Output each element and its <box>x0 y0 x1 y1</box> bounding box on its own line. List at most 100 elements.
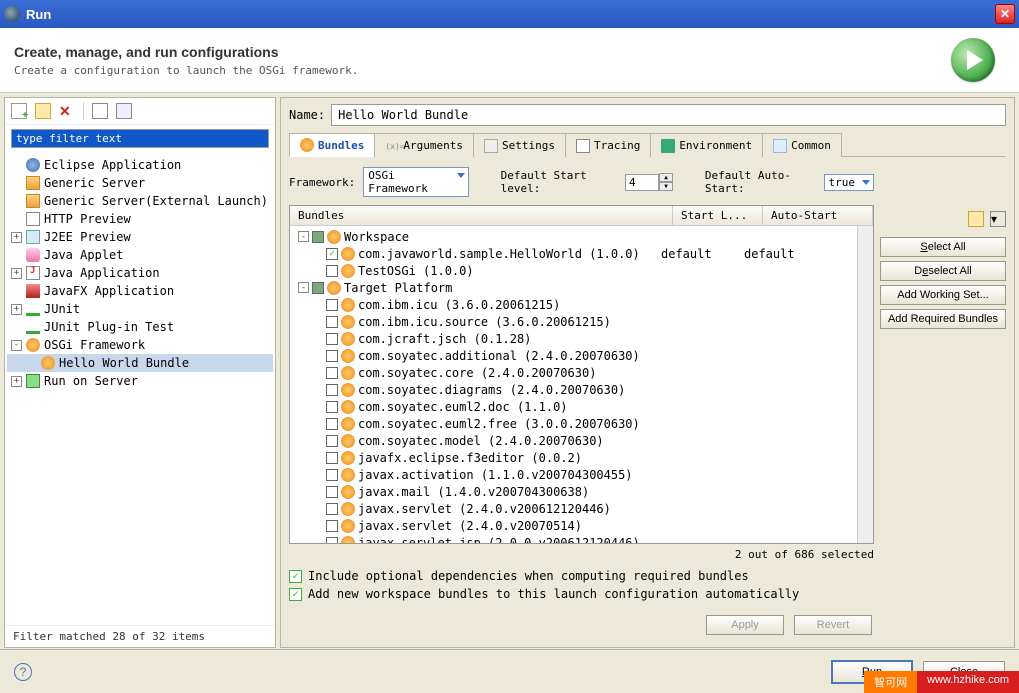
tree-item[interactable]: +Java Application <box>7 264 273 282</box>
group-checkbox[interactable] <box>312 231 324 243</box>
new-config-icon[interactable] <box>11 103 27 119</box>
bundle-row[interactable]: ✓ com.javaworld.sample.HelloWorld (1.0.0… <box>290 245 873 262</box>
bundle-row[interactable]: javax.servlet (2.4.0.v200612120446) <box>290 500 873 517</box>
bundle-checkbox[interactable] <box>326 333 338 345</box>
bundle-refresh-icon[interactable] <box>968 211 984 227</box>
tree-item[interactable]: JavaFX Application <box>7 282 273 300</box>
bundle-row[interactable]: javax.mail (1.4.0.v200704300638) <box>290 483 873 500</box>
col-auto-start[interactable]: Auto-Start <box>763 206 873 225</box>
bundle-checkbox[interactable] <box>326 316 338 328</box>
tab-tracing[interactable]: Tracing <box>565 133 651 157</box>
bundle-row[interactable]: com.ibm.icu.source (3.6.0.20061215) <box>290 313 873 330</box>
tree-expander-icon[interactable]: - <box>298 231 309 242</box>
bundle-row[interactable]: javax.servlet.jsp (2.0.0.v200612120446) <box>290 534 873 544</box>
tree-item[interactable]: HTTP Preview <box>7 210 273 228</box>
bundle-checkbox[interactable] <box>326 486 338 498</box>
bundle-row[interactable]: com.soyatec.euml2.free (3.0.0.20070630) <box>290 415 873 432</box>
tab-environment[interactable]: Environment <box>650 133 763 157</box>
bundle-checkbox[interactable] <box>326 503 338 515</box>
tree-expander-icon <box>11 214 22 225</box>
bundle-checkbox[interactable] <box>326 435 338 447</box>
tree-expander-icon[interactable]: + <box>11 268 22 279</box>
bundle-row[interactable]: com.soyatec.core (2.4.0.20070630) <box>290 364 873 381</box>
bundle-icon <box>341 536 355 545</box>
spinner-down-icon[interactable]: ▼ <box>659 182 673 191</box>
config-name-input[interactable] <box>331 104 1006 126</box>
framework-combo[interactable]: OSGi Framework <box>363 167 469 197</box>
revert-button[interactable]: Revert <box>794 615 872 635</box>
ic-junit-icon <box>26 302 40 316</box>
tree-expander-icon[interactable]: + <box>11 304 22 315</box>
apply-button[interactable]: Apply <box>706 615 784 635</box>
tree-item[interactable]: JUnit Plug-in Test <box>7 318 273 336</box>
col-start-level[interactable]: Start L... <box>673 206 763 225</box>
bundles-table[interactable]: Bundles Start L... Auto-Start - Workspac… <box>289 205 874 544</box>
bundle-row[interactable]: com.ibm.icu (3.6.0.20061215) <box>290 296 873 313</box>
duplicate-config-icon[interactable] <box>35 103 51 119</box>
help-icon[interactable]: ? <box>14 663 32 681</box>
bundle-checkbox[interactable] <box>326 384 338 396</box>
window-close-button[interactable]: ✕ <box>995 4 1015 24</box>
bundle-checkbox[interactable] <box>326 520 338 532</box>
default-start-level-input[interactable] <box>625 174 659 191</box>
bundle-row[interactable]: javafx.eclipse.f3editor (0.0.2) <box>290 449 873 466</box>
tree-item[interactable]: Generic Server <box>7 174 273 192</box>
col-bundles[interactable]: Bundles <box>290 206 673 225</box>
config-tree[interactable]: Eclipse ApplicationGeneric ServerGeneric… <box>5 152 275 625</box>
collapse-all-icon[interactable] <box>92 103 108 119</box>
bundle-row[interactable]: javax.servlet (2.4.0.v20070514) <box>290 517 873 534</box>
deselect-all-button[interactable]: Deselect All <box>880 261 1006 281</box>
spinner-up-icon[interactable]: ▲ <box>659 173 673 182</box>
tree-item[interactable]: Eclipse Application <box>7 156 273 174</box>
bundle-row[interactable]: com.soyatec.additional (2.4.0.20070630) <box>290 347 873 364</box>
include-optional-checkbox[interactable]: ✓Include optional dependencies when comp… <box>289 569 874 583</box>
bundle-checkbox[interactable] <box>326 469 338 481</box>
tab-bundles[interactable]: Bundles <box>289 133 375 157</box>
select-all-button[interactable]: SSelect Allelect All <box>880 237 1006 257</box>
tree-item[interactable]: +JUnit <box>7 300 273 318</box>
add-required-bundles-button[interactable]: Add Required Bundles <box>880 309 1006 329</box>
bundle-row[interactable]: com.soyatec.diagrams (2.4.0.20070630) <box>290 381 873 398</box>
default-auto-start-combo[interactable]: true <box>824 174 875 191</box>
bundle-checkbox[interactable] <box>326 367 338 379</box>
bundle-checkbox[interactable] <box>326 350 338 362</box>
bundle-group-row[interactable]: - Target Platform <box>290 279 873 296</box>
bundle-checkbox[interactable]: ✓ <box>326 248 338 260</box>
delete-config-icon[interactable] <box>59 103 75 119</box>
group-checkbox[interactable] <box>312 282 324 294</box>
auto-add-workspace-checkbox[interactable]: ✓Add new workspace bundles to this launc… <box>289 587 874 601</box>
include-optional-label: Include optional dependencies when compu… <box>308 569 749 583</box>
tree-item[interactable]: Java Applet <box>7 246 273 264</box>
bundle-checkbox[interactable] <box>326 418 338 430</box>
tree-item[interactable]: +J2EE Preview <box>7 228 273 246</box>
bundle-checkbox[interactable] <box>326 265 338 277</box>
bundle-row[interactable]: com.soyatec.model (2.4.0.20070630) <box>290 432 873 449</box>
bundle-checkbox[interactable] <box>326 401 338 413</box>
bundle-group-row[interactable]: - Workspace <box>290 228 873 245</box>
add-working-set-button[interactable]: Add Working Set... <box>880 285 1006 305</box>
expand-all-icon[interactable] <box>116 103 132 119</box>
tree-item[interactable]: -OSGi Framework <box>7 336 273 354</box>
bundle-row[interactable]: TestOSGi (1.0.0) <box>290 262 873 279</box>
vertical-scrollbar[interactable] <box>857 226 873 543</box>
bundle-row[interactable]: com.soyatec.euml2.doc (1.1.0) <box>290 398 873 415</box>
bundle-menu-icon[interactable]: ▾ <box>990 211 1006 227</box>
tree-expander-icon[interactable]: + <box>11 376 22 387</box>
bundle-checkbox[interactable] <box>326 537 338 545</box>
tab-arguments[interactable]: Arguments <box>374 133 474 157</box>
watermark-brand: 智可网 <box>864 671 917 693</box>
filter-input[interactable] <box>11 129 269 148</box>
bundle-checkbox[interactable] <box>326 452 338 464</box>
tab-settings[interactable]: Settings <box>473 133 566 157</box>
tree-item-child[interactable]: Hello World Bundle <box>7 354 273 372</box>
bundle-checkbox[interactable] <box>326 299 338 311</box>
bundle-row[interactable]: com.jcraft.jsch (0.1.28) <box>290 330 873 347</box>
tree-item[interactable]: Generic Server(External Launch) <box>7 192 273 210</box>
tree-item[interactable]: +Run on Server <box>7 372 273 390</box>
tab-common[interactable]: Common <box>762 133 842 157</box>
tree-expander-icon[interactable]: - <box>11 340 22 351</box>
tree-expander-icon[interactable]: + <box>11 232 22 243</box>
tree-expander-icon[interactable]: - <box>298 282 309 293</box>
default-start-level-spinner[interactable]: ▲▼ <box>625 173 673 191</box>
bundle-row[interactable]: javax.activation (1.1.0.v200704300455) <box>290 466 873 483</box>
